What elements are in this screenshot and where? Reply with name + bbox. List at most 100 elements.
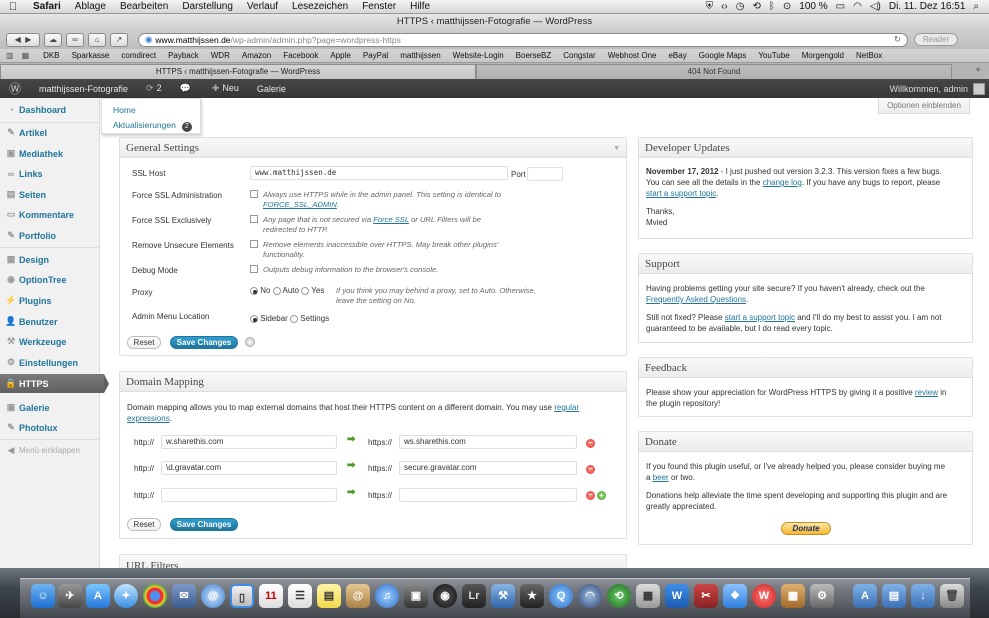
https-domain-input[interactable]: secure.gravatar.com [399, 461, 577, 475]
back-forward-buttons[interactable]: ◀ ▶ [6, 32, 40, 47]
volume-icon[interactable]: ◁) [866, 1, 885, 12]
mail-stamp-icon[interactable]: ✉ [172, 584, 196, 608]
debug-mode-checkbox[interactable] [250, 265, 258, 273]
home-button[interactable]: ⌂ [88, 32, 106, 47]
bookmark-item[interactable]: Morgengold [796, 51, 850, 60]
faq-link[interactable]: Frequently Asked Questions [646, 295, 746, 304]
general-save-button[interactable]: Save Changes [170, 336, 238, 349]
beer-link[interactable]: beer [653, 473, 669, 482]
http-domain-input[interactable] [161, 488, 337, 502]
regex-link[interactable]: regular [554, 403, 579, 412]
grid-icon[interactable]: ▦ [22, 51, 30, 60]
adminbar-gallery[interactable]: Galerie [248, 84, 295, 94]
forward-icon[interactable]: ▶ [25, 35, 31, 44]
contacts-icon[interactable]: @ [346, 584, 370, 608]
domain-mapping-header[interactable]: Domain Mapping [120, 372, 626, 392]
sidebar-item-mediathek[interactable]: ▣ Mediathek [0, 144, 100, 163]
dropbox-icon[interactable]: ❖ [723, 584, 747, 608]
menu-location-settings-radio[interactable] [290, 314, 299, 323]
iphoto-icon[interactable]: ▣ [404, 584, 428, 608]
utility-icon[interactable]: ✂ [694, 584, 718, 608]
app-store-icon[interactable]: A [86, 584, 110, 608]
bluetooth-icon[interactable]: ᛒ [765, 1, 779, 12]
sidebar-item-optiontree[interactable]: ◉ OptionTree [0, 270, 100, 289]
sidebar-collapse-menu[interactable]: ◀ Menü einklappen [0, 441, 100, 460]
finder-icon[interactable]: ☺ [31, 584, 55, 608]
domain-save-button[interactable]: Save Changes [170, 518, 238, 531]
sidebar-item-einstellungen[interactable]: ⚙ Einstellungen [0, 353, 100, 372]
toggle-icon[interactable]: ▼ [613, 138, 620, 158]
camera-icon[interactable]: ◉ [433, 584, 457, 608]
remove-row-icon[interactable]: − [586, 465, 595, 474]
bookmark-item[interactable]: Sparkasse [66, 51, 116, 60]
proxy-yes-radio[interactable] [301, 286, 310, 295]
quicktime-icon[interactable]: Q [549, 584, 573, 608]
bookmark-item[interactable]: Amazon [236, 51, 277, 60]
donate-header[interactable]: Donate [639, 432, 972, 452]
preview-icon[interactable]: ▯ [230, 584, 254, 608]
bookmark-item[interactable]: Payback [162, 51, 205, 60]
icloud-tabs-button[interactable]: ☁ [44, 32, 62, 47]
bookmark-item[interactable]: NetBox [850, 51, 888, 60]
regex-link-cont[interactable]: expressions [127, 414, 170, 423]
time-machine-dock-icon[interactable]: ⟲ [607, 584, 631, 608]
code-icon[interactable]: ‹› [717, 1, 732, 12]
lightroom-icon[interactable]: Lr [462, 584, 486, 608]
bookmark-item[interactable]: Apple [324, 51, 356, 60]
menu-bearbeiten[interactable]: Bearbeiten [113, 1, 175, 12]
flyout-updates[interactable]: Aktualisierungen 2 [113, 118, 200, 133]
menu-verlauf[interactable]: Verlauf [240, 1, 285, 12]
bookmark-item[interactable]: Google Maps [693, 51, 753, 60]
new-tab-icon[interactable]: + [967, 64, 989, 79]
bookmark-item[interactable]: comdirect [115, 51, 162, 60]
reminders-icon[interactable]: ☰ [288, 584, 312, 608]
tab-404[interactable]: 404 Not Found [476, 64, 952, 79]
battery-icon[interactable]: ▭ [832, 1, 849, 12]
tab-https[interactable]: HTTPS ‹ matthijssen-Fotografie — WordPre… [0, 64, 476, 79]
launchpad-icon[interactable]: ✈ [58, 584, 82, 608]
remove-row-icon[interactable]: − [586, 491, 595, 500]
sidebar-item-werkzeuge[interactable]: ⚒ Werkzeuge [0, 332, 100, 351]
adminbar-account[interactable]: Willkommen, admin [889, 82, 989, 95]
documents-folder-icon[interactable]: ▤ [882, 584, 906, 608]
force-ssl-link[interactable]: Force SSL [373, 215, 409, 224]
flyout-home[interactable]: Home [113, 103, 200, 118]
https-domain-input[interactable]: ws.sharethis.com [399, 435, 577, 449]
sync-icon[interactable]: ⊙ [779, 1, 795, 12]
force-ssl-admin-checkbox[interactable] [250, 190, 258, 198]
sidebar-item-kommentare[interactable]: ▭ Kommentare [0, 205, 100, 224]
adminbar-comments[interactable]: 💬 [171, 83, 203, 94]
wunderlist-icon[interactable]: W [752, 584, 776, 608]
notes-icon[interactable]: ▤ [317, 584, 341, 608]
reload-icon[interactable]: ↻ [894, 34, 901, 45]
ssl-host-input[interactable]: www.matthijssen.de [250, 166, 508, 180]
sidebar-item-benutzer[interactable]: 👤 Benutzer [0, 312, 100, 331]
spotlight-icon[interactable]: ⌕ [969, 1, 983, 12]
sidebar-item-photolux[interactable]: ✎ Photolux [0, 418, 100, 437]
calculator-icon[interactable]: ▦ [636, 584, 660, 608]
menu-safari[interactable]: Safari [26, 1, 68, 12]
general-reset-button[interactable]: Reset [127, 336, 161, 349]
bookmark-item[interactable]: YouTube [752, 51, 795, 60]
bookmark-item[interactable]: Webhost One [602, 51, 663, 60]
developer-updates-header[interactable]: Developer Updates [639, 138, 972, 158]
downloads-folder-icon[interactable]: ↓ [911, 584, 935, 608]
sidebar-item-dashboard[interactable]: ◔ Dashboard [0, 100, 100, 119]
clock-label[interactable]: Di. 11. Dez 16:51 [885, 1, 970, 12]
sidebar-item-galerie[interactable]: ▣ Galerie [0, 398, 100, 417]
add-row-icon[interactable]: + [597, 491, 606, 500]
sidebar-item-portfolio[interactable]: ✎ Portfolio [0, 226, 100, 245]
sidebar-item-plugins[interactable]: ⚡ Plugins [0, 291, 100, 310]
menu-fenster[interactable]: Fenster [355, 1, 403, 12]
trash-icon[interactable]: 🗑 [940, 584, 964, 608]
sidebar-item-https[interactable]: 🔒 HTTPS [0, 374, 109, 393]
book-icon[interactable]: ▥ [6, 51, 14, 60]
support-topic-link[interactable]: start a support topic [646, 189, 716, 198]
bookmark-item[interactable]: PayPal [357, 51, 394, 60]
menu-location-sidebar-radio[interactable] [250, 314, 258, 323]
adminbar-new[interactable]: ✚ Neu [203, 83, 248, 94]
clock-icon[interactable]: ◷ [732, 1, 749, 12]
sidebar-item-seiten[interactable]: ▤ Seiten [0, 185, 100, 204]
apple-icon[interactable]:  [0, 1, 26, 13]
bookmark-item[interactable]: matthijssen [394, 51, 446, 60]
